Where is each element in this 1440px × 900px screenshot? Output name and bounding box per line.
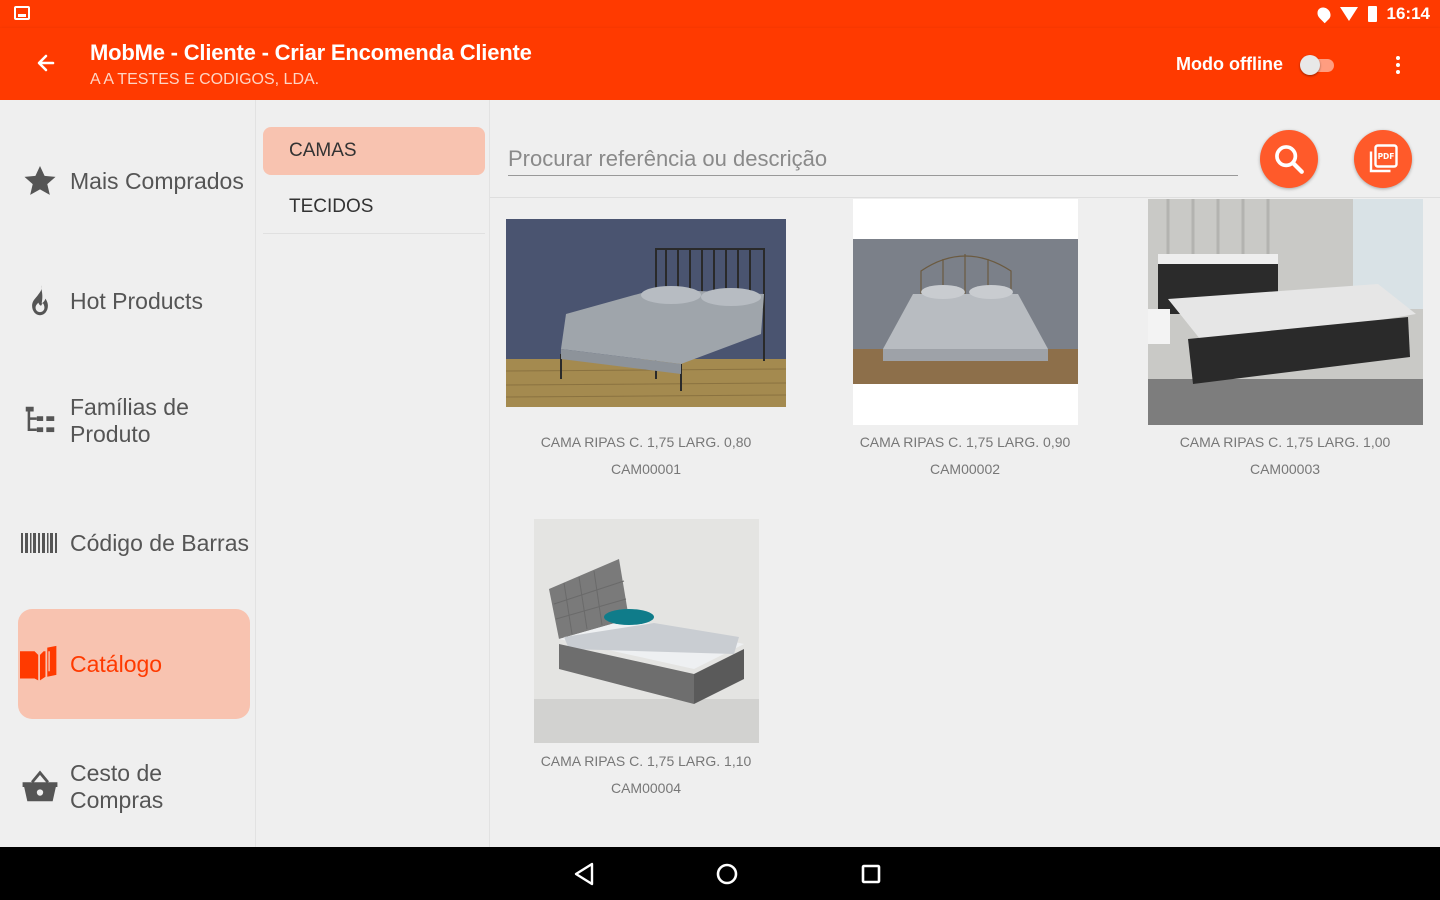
- nav-item-mais-comprados[interactable]: Mais Comprados: [18, 148, 250, 214]
- square-recents-icon: [861, 864, 881, 884]
- category-camas[interactable]: CAMAS: [263, 127, 485, 175]
- battery-icon: [1367, 6, 1377, 22]
- product-code: CAM00003: [1249, 461, 1321, 477]
- product-code: CAM00004: [610, 780, 682, 796]
- nav-item-label: Mais Comprados: [70, 167, 244, 194]
- back-button[interactable]: [26, 44, 66, 84]
- product-image: [1148, 199, 1423, 425]
- toggle-thumb: [1300, 55, 1320, 75]
- search-icon: [1275, 145, 1304, 174]
- search-input[interactable]: [508, 142, 1238, 176]
- status-bar: 16:14: [0, 0, 1440, 28]
- product-description: CAMA RIPAS C. 1,75 LARG. 1,00: [1179, 434, 1391, 450]
- product-image: [534, 519, 759, 743]
- nav-back-button[interactable]: [570, 859, 600, 889]
- product-description: CAMA RIPAS C. 1,75 LARG. 1,10: [540, 753, 752, 769]
- overflow-menu-button[interactable]: [1388, 50, 1408, 80]
- product-code: CAM00002: [929, 461, 1001, 477]
- flame-icon: [18, 279, 62, 323]
- product-description: CAMA RIPAS C. 1,75 LARG. 0,90: [859, 434, 1071, 450]
- nav-item-label: Cesto de Compras: [70, 760, 164, 813]
- product-grid: CAMA RIPAS C. 1,75 LARG. 0,80 CAM00001 C…: [490, 199, 1440, 847]
- product-card[interactable]: CAMA RIPAS C. 1,75 LARG. 1,00 CAM00003: [1135, 199, 1435, 489]
- status-icons: 16:14: [1314, 4, 1430, 24]
- side-navigation: Mais Comprados Hot Products Famílias de …: [0, 100, 256, 847]
- notification-icon: [14, 6, 30, 20]
- offline-mode-toggle[interactable]: [1300, 55, 1336, 75]
- pdf-icon: PDF: [1369, 144, 1398, 173]
- basket-icon: [18, 765, 62, 809]
- search-area: PDF: [490, 100, 1440, 198]
- status-time: 16:14: [1386, 4, 1430, 23]
- category-list: CAMAS TECIDOS: [256, 100, 490, 847]
- app-title: MobMe - Cliente - Criar Encomenda Client…: [90, 40, 532, 65]
- category-divider: [263, 233, 485, 234]
- wifi-icon: [1339, 7, 1358, 21]
- nav-item-label: Hot Products: [70, 287, 203, 314]
- nav-recents-button[interactable]: [856, 859, 886, 889]
- nav-item-cesto-compras[interactable]: Cesto de Compras: [18, 754, 250, 820]
- app-subtitle: A A TESTES E CODIGOS, LDA.: [90, 71, 320, 88]
- product-card[interactable]: CAMA RIPAS C. 1,75 LARG. 0,80 CAM00001: [496, 199, 796, 489]
- barcode-icon: [18, 521, 62, 565]
- product-card[interactable]: CAMA RIPAS C. 1,75 LARG. 1,10 CAM00004: [496, 517, 796, 807]
- offline-mode-label: Modo offline: [1176, 54, 1283, 74]
- nav-item-catalogo[interactable]: Catálogo: [18, 609, 250, 719]
- product-code: CAM00001: [610, 461, 682, 477]
- pdf-export-button[interactable]: PDF: [1354, 130, 1412, 188]
- arrow-back-icon: [37, 54, 55, 72]
- svg-text:PDF: PDF: [1378, 152, 1395, 161]
- triangle-back-icon: [574, 862, 594, 886]
- system-nav-bar: [0, 847, 1440, 900]
- nav-item-label: Catálogo: [70, 650, 163, 677]
- tree-icon: [18, 399, 62, 443]
- category-tecidos[interactable]: TECIDOS: [263, 183, 485, 231]
- circle-home-icon: [716, 863, 738, 885]
- app-bar: MobMe - Cliente - Criar Encomenda Client…: [0, 28, 1440, 100]
- catalog-book-icon: [18, 642, 62, 686]
- search-button[interactable]: [1260, 130, 1318, 188]
- product-image: [506, 219, 786, 407]
- nav-item-familias-produto[interactable]: Famílias de Produto: [18, 388, 250, 454]
- nav-item-label: Famílias de Produto: [70, 394, 189, 447]
- nav-home-button[interactable]: [712, 859, 742, 889]
- product-card[interactable]: CAMA RIPAS C. 1,75 LARG. 0,90 CAM00002: [815, 199, 1115, 489]
- star-icon: [18, 159, 62, 203]
- more-vert-icon: [1396, 56, 1400, 60]
- nav-item-codigo-barras[interactable]: Código de Barras: [18, 510, 250, 576]
- nav-item-label: Código de Barras: [70, 529, 249, 556]
- location-icon: [1314, 4, 1333, 24]
- product-image: [853, 199, 1078, 425]
- nav-item-hot-products[interactable]: Hot Products: [18, 268, 250, 334]
- product-description: CAMA RIPAS C. 1,75 LARG. 0,80: [540, 434, 752, 450]
